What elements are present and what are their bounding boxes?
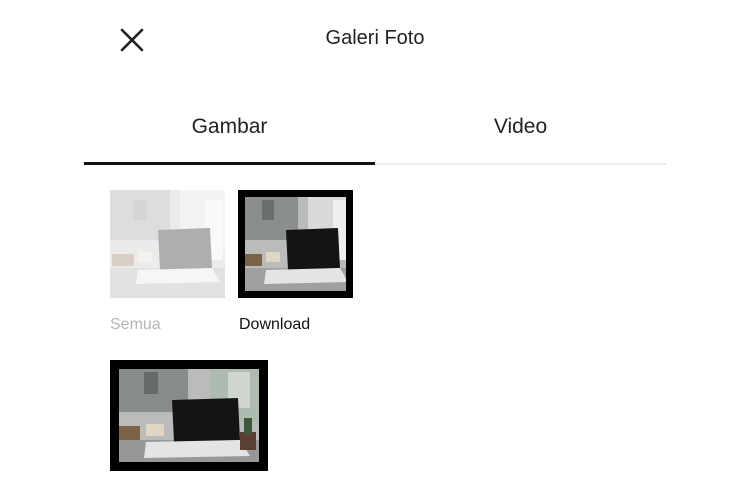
selection-frame	[110, 360, 268, 471]
album-label: Semua	[110, 316, 161, 333]
album-label: Download	[239, 316, 311, 333]
album-thumbnail	[110, 190, 225, 298]
tab-video[interactable]: Video	[375, 100, 666, 162]
laptop-photo	[110, 190, 225, 298]
tab-gambar[interactable]: Gambar	[84, 100, 375, 162]
selection-frame	[238, 190, 353, 298]
page-title: Galeri Foto	[325, 27, 425, 49]
tab-indicator	[84, 162, 375, 165]
tab-bar: Gambar Video	[84, 100, 666, 166]
